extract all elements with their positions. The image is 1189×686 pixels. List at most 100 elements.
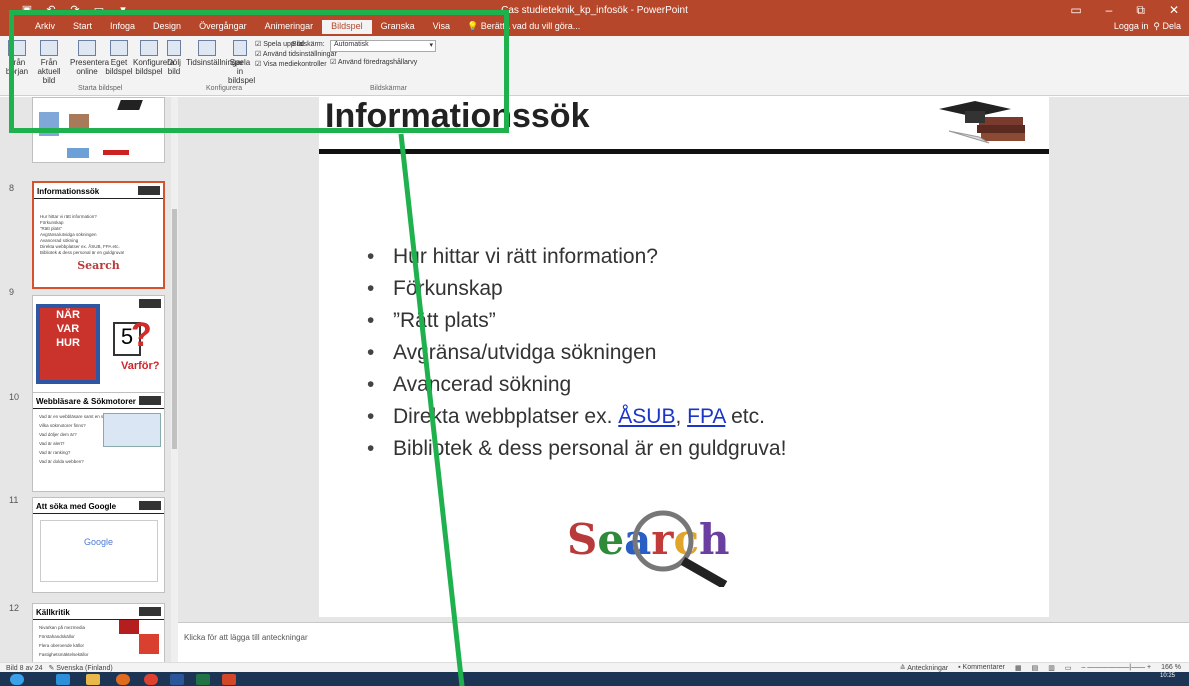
windows-taskbar: 10:25 xyxy=(0,672,1189,686)
hur-text: HUR xyxy=(56,337,80,349)
graduation-cap-icon xyxy=(139,501,161,510)
ribbon-display-button[interactable]: ▭ xyxy=(1070,3,1081,18)
highlight-annotation-box xyxy=(9,10,509,133)
slide-number: 10 xyxy=(9,392,20,402)
google-screenshot: Google xyxy=(39,520,158,582)
bullet-text: ”Rätt plats” xyxy=(393,309,496,332)
slide-thumbnail-12[interactable]: Källkritik Nivarkan på mezmedia Förstaha… xyxy=(32,603,165,662)
maximize-button[interactable]: ⧉ xyxy=(1136,3,1145,18)
system-clock[interactable]: 10:25 xyxy=(1160,673,1175,679)
thumb-bullet: Vad är ranking? xyxy=(39,450,71,455)
thumb-bullet: Vad är dolda webben? xyxy=(39,459,84,464)
bullet-item: Direkta webbplatser ex. ÅSUB, FPA etc. xyxy=(367,401,786,433)
share-button[interactable]: Dela xyxy=(1162,21,1181,31)
zoom-level[interactable]: 166 % xyxy=(1161,664,1181,672)
nar-text: NÄR xyxy=(56,309,80,321)
normal-view-icon[interactable]: ▦ xyxy=(1015,664,1022,672)
bullet-text: Avgränsa/utvidga sökningen xyxy=(393,341,657,364)
slide-number: 11 xyxy=(9,495,19,505)
thumb-image xyxy=(67,148,89,158)
bullet-text: etc. xyxy=(725,405,765,428)
graduation-cap-icon xyxy=(138,186,160,195)
nar-var-hur-image: NÄR VAR HUR xyxy=(36,304,100,384)
status-right: ≙ Anteckningar ▪ Kommentarer ▦ ▤ ▥ ▭ – —… xyxy=(900,664,1181,672)
zoom-slider[interactable]: – ——————|—— + xyxy=(1081,664,1151,672)
slide-number: 9 xyxy=(9,287,15,297)
language-indicator[interactable]: Svenska (Finland) xyxy=(56,665,112,672)
title-underline xyxy=(319,149,1049,154)
share-icon: ⚲ xyxy=(1153,21,1160,31)
status-left: Bild 8 av 24 ✎ Svenska (Finland) xyxy=(6,664,113,672)
varfor-text: Varför? xyxy=(121,360,160,372)
comments-toggle[interactable]: ▪ Kommentarer xyxy=(958,664,1005,672)
bullet-item: ”Rätt plats” xyxy=(367,305,786,337)
file-explorer-icon[interactable] xyxy=(86,674,100,685)
thumb-image xyxy=(103,150,129,155)
bullet-item: Bibliotek & dess personal är en guldgruv… xyxy=(367,433,786,465)
sorter-view-icon[interactable]: ▤ xyxy=(1032,664,1039,672)
slideshow-view-icon[interactable]: ▭ xyxy=(1065,664,1072,672)
thumb-screenshot xyxy=(103,413,161,447)
thumb-bullet: Bibliotek & dess personal är en guldgruv… xyxy=(40,250,125,255)
notes-placeholder: Klicka för att lägga till anteckningar xyxy=(184,633,308,642)
powerpoint-icon[interactable] xyxy=(222,674,236,685)
thumb-search-logo: Search xyxy=(77,259,120,272)
excel-icon[interactable] xyxy=(196,674,210,685)
tube-image xyxy=(139,634,159,654)
notes-toggle-label: Anteckningar xyxy=(907,665,949,672)
thumb-bullet: Nivarkan på mezmedia xyxy=(39,625,86,630)
media-player-icon[interactable] xyxy=(116,674,130,685)
slide-thumbnail-pane: 8 Informationssök Hur hittar vi rätt inf… xyxy=(0,97,178,662)
slide-number: 12 xyxy=(9,603,20,613)
start-button-icon[interactable] xyxy=(10,674,24,685)
minimize-button[interactable]: – xyxy=(1106,3,1113,18)
graduation-cap-icon xyxy=(139,396,161,405)
spellcheck-icon[interactable]: ✎ xyxy=(48,665,54,672)
thumbnail-scrollbar[interactable] xyxy=(171,97,178,662)
asub-link[interactable]: ÅSUB xyxy=(618,405,675,428)
reading-view-icon[interactable]: ▥ xyxy=(1048,664,1055,672)
bullet-item: Avancerad sökning xyxy=(367,369,786,401)
slide-thumbnail-9[interactable]: NÄR VAR HUR 5 ? Varför? xyxy=(32,295,165,393)
bullet-item: Förkunskap xyxy=(367,273,786,305)
close-button[interactable]: ✕ xyxy=(1169,3,1179,18)
slide-thumbnail-8[interactable]: Informationssök Hur hittar vi rätt infor… xyxy=(32,181,165,289)
window-controls: ▭ – ⧉ ✕ xyxy=(1070,3,1179,18)
bullet-text: Direkta webbplatser ex. xyxy=(393,405,619,428)
logo-letter: e xyxy=(597,515,625,564)
bullet-separator: , xyxy=(675,405,688,428)
logo-letter: S xyxy=(567,515,598,564)
bullet-text: Avancerad sökning xyxy=(393,373,572,396)
signin-area: Logga in ⚲ Dela xyxy=(1114,21,1181,32)
google-logo: Google xyxy=(83,537,114,547)
graduation-cap-icon xyxy=(139,607,161,616)
current-slide[interactable]: Informationssök Hur hittar vi rätt infor… xyxy=(319,97,1049,617)
chrome-icon[interactable] xyxy=(144,674,158,685)
notes-pane[interactable]: Klicka för att lägga till anteckningar xyxy=(178,622,1189,662)
graduation-cap-icon xyxy=(139,299,161,308)
status-bar: Bild 8 av 24 ✎ Svenska (Finland) ≙ Antec… xyxy=(0,662,1189,672)
ie-icon[interactable] xyxy=(56,674,70,685)
bullet-text: Förkunskap xyxy=(393,277,503,300)
slide-bullet-list[interactable]: Hur hittar vi rätt information? Förkunsk… xyxy=(367,241,786,465)
magnifier-icon xyxy=(632,510,728,587)
slide-counter: Bild 8 av 24 xyxy=(6,665,43,672)
signin-link[interactable]: Logga in xyxy=(1114,21,1149,31)
graduation-cap-books-image xyxy=(939,101,1025,144)
thumb-bullets: Hur hittar vi rätt information? Förkunsk… xyxy=(34,211,163,259)
bullet-item: Avgränsa/utvidga sökningen xyxy=(367,337,786,369)
slide-thumbnail-11[interactable]: Att söka med Google Google xyxy=(32,497,165,593)
question-mark-image: ? xyxy=(131,316,152,354)
scrollbar-thumb[interactable] xyxy=(172,209,177,449)
bullet-text: Hur hittar vi rätt information? xyxy=(393,245,658,268)
comments-toggle-label: Kommentarer xyxy=(962,664,1005,671)
search-logo-image: Search xyxy=(567,510,730,587)
powerpoint-window: ▣ ↶ ↷ ▭ ▾ Cas studieteknik_kp_infosök - … xyxy=(0,0,1189,686)
notes-toggle[interactable]: ≙ Anteckningar xyxy=(900,664,948,672)
slide-thumbnail-10[interactable]: Webbläsare & Sökmotorer Vad är en webblä… xyxy=(32,392,165,492)
bullet-text: Bibliotek & dess personal är en guldgruv… xyxy=(393,437,787,460)
bullet-item: Hur hittar vi rätt information? xyxy=(367,241,786,273)
word-icon[interactable] xyxy=(170,674,184,685)
bbc-image xyxy=(119,620,139,634)
fpa-link[interactable]: FPA xyxy=(687,405,725,428)
